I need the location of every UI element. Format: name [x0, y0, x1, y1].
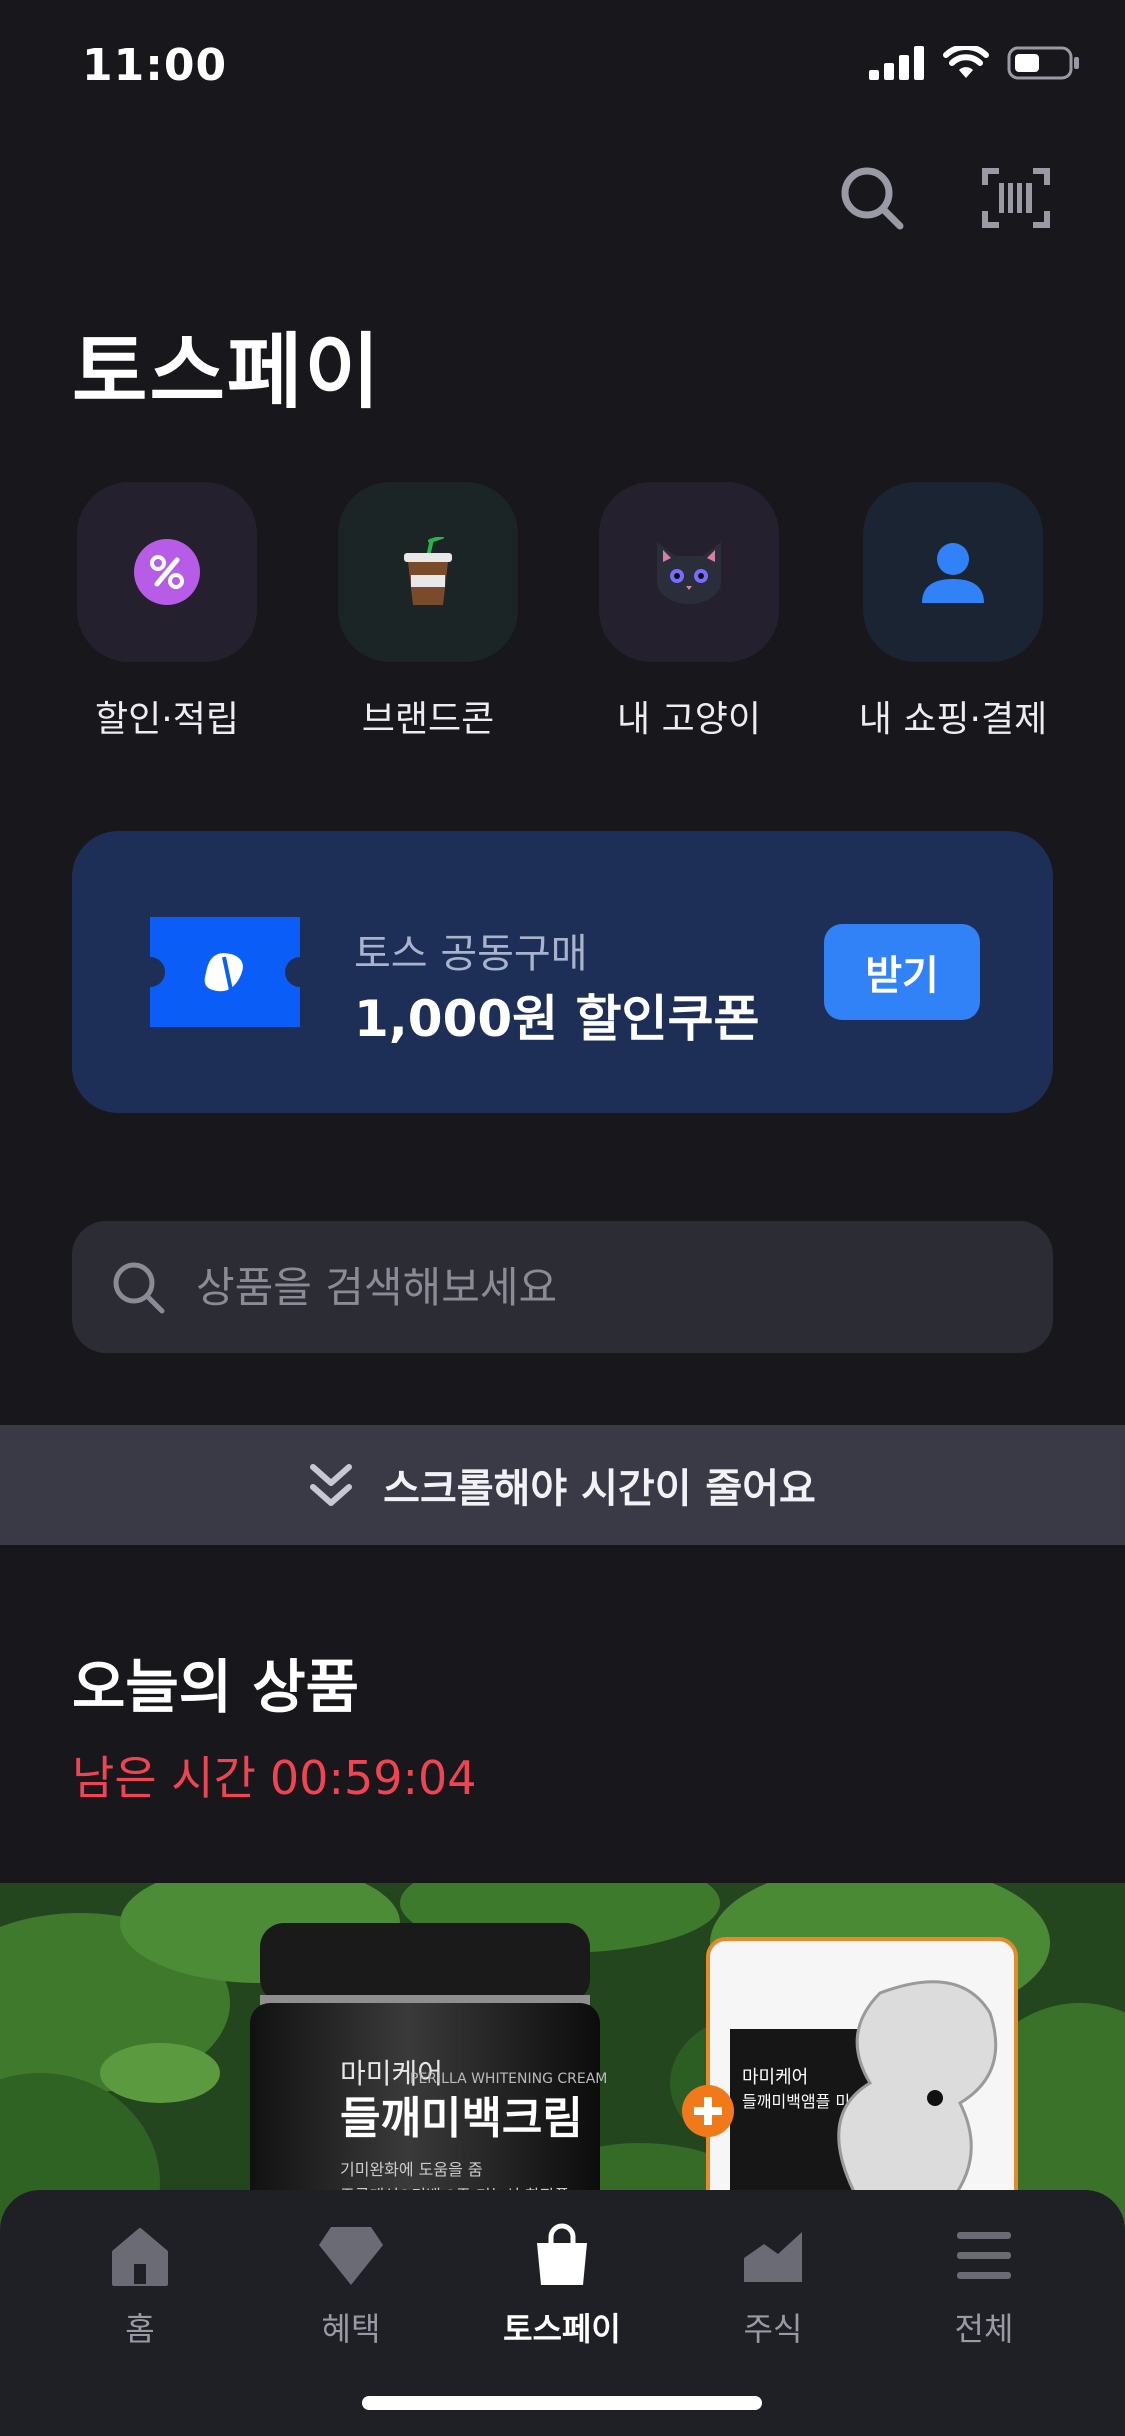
shortcut-tile [338, 482, 518, 662]
tab-label: 주식 [743, 2310, 803, 2348]
product-name: 들깨미백크림 [340, 2093, 583, 2144]
toss-pay-screen: 11:00 토스페이 할인·적립 브랜드콘 내 고양이 내 쇼핑·결제 토스 공… [0, 0, 1125, 2436]
coupon-banner[interactable]: 토스 공동구매 1,000원 할인쿠폰 받기 [72, 831, 1053, 1113]
search-button[interactable] [834, 160, 910, 236]
shortcut-brandcon[interactable]: 브랜드콘 [333, 482, 523, 742]
double-chevron-down-icon [310, 1464, 353, 1506]
shortcut-tile [599, 482, 779, 662]
tab-label: 전체 [954, 2310, 1014, 2348]
person-icon [922, 543, 984, 603]
shortcut-discount-points[interactable]: 할인·적립 [72, 482, 262, 742]
percent-icon [134, 539, 200, 605]
shortcut-my-cat[interactable]: 내 고양이 [594, 482, 784, 742]
status-time: 11:00 [82, 40, 228, 91]
today-product-title: 오늘의 상품 [72, 1653, 359, 1721]
barcode-scan-button[interactable] [978, 160, 1054, 236]
search-icon [841, 167, 904, 230]
menu-icon [957, 2232, 1011, 2279]
tab-home[interactable]: 홈 [60, 2220, 220, 2350]
home-indicator[interactable] [362, 2396, 762, 2410]
shortcut-label: 내 고양이 [617, 699, 761, 740]
shopping-bag-icon [537, 2223, 587, 2285]
shortcut-my-shopping-payment[interactable]: 내 쇼핑·결제 [858, 482, 1048, 742]
page-title: 토스페이 [72, 325, 382, 420]
wifi-icon [943, 46, 989, 78]
remaining-time-label: 남은 시간 [72, 1751, 256, 1805]
diamond-icon [319, 2227, 383, 2285]
signal-icon [869, 46, 924, 80]
banner-subtitle: 토스 공동구매 [354, 931, 588, 977]
shortcut-label: 브랜드콘 [361, 699, 495, 740]
banner-title: 1,000원 할인쿠폰 [354, 990, 760, 1048]
product-english-name: PERILLA WHITENING CREAM [410, 2071, 607, 2087]
tab-label: 토스페이 [503, 2310, 621, 2348]
status-icons [869, 46, 1081, 80]
tab-toss-pay[interactable]: 토스페이 [482, 2220, 642, 2350]
remaining-time: 남은 시간 00:59:04 [72, 1742, 477, 1808]
battery-icon [1007, 46, 1079, 80]
tab-label: 홈 [125, 2310, 155, 2348]
search-icon [113, 1262, 165, 1314]
shortcut-label: 내 쇼핑·결제 [858, 699, 1048, 740]
tab-benefits[interactable]: 혜택 [271, 2220, 431, 2350]
ticket-icon [150, 917, 300, 1027]
coffee-cup-icon [404, 537, 452, 605]
remaining-time-value: 00:59:04 [269, 1751, 477, 1805]
pack-brand: 마미케어 [742, 2067, 808, 2088]
scroll-hint-bar: 스크롤해야 시간이 줄어요 [0, 1425, 1125, 1545]
tab-all[interactable]: 전체 [904, 2220, 1064, 2350]
search-input[interactable] [196, 1251, 996, 1323]
tab-label: 혜택 [321, 2310, 381, 2348]
barcode-icon [982, 168, 1050, 228]
shortcut-tile [77, 482, 257, 662]
shortcut-tile [863, 482, 1043, 662]
home-icon [112, 2228, 168, 2286]
cat-icon [657, 542, 721, 604]
shortcut-label: 할인·적립 [95, 699, 239, 740]
product-search-bar[interactable] [72, 1221, 1053, 1353]
scroll-hint-text: 스크롤해야 시간이 줄어요 [383, 1466, 816, 1512]
tab-stocks[interactable]: 주식 [693, 2220, 853, 2350]
product-feature-1: 기미완화에 도움을 줌 [340, 2160, 483, 2179]
get-coupon-button[interactable]: 받기 [824, 924, 980, 1020]
chart-icon [744, 2232, 802, 2282]
pack-name: 들깨미백앰플 미 [742, 2092, 850, 2111]
